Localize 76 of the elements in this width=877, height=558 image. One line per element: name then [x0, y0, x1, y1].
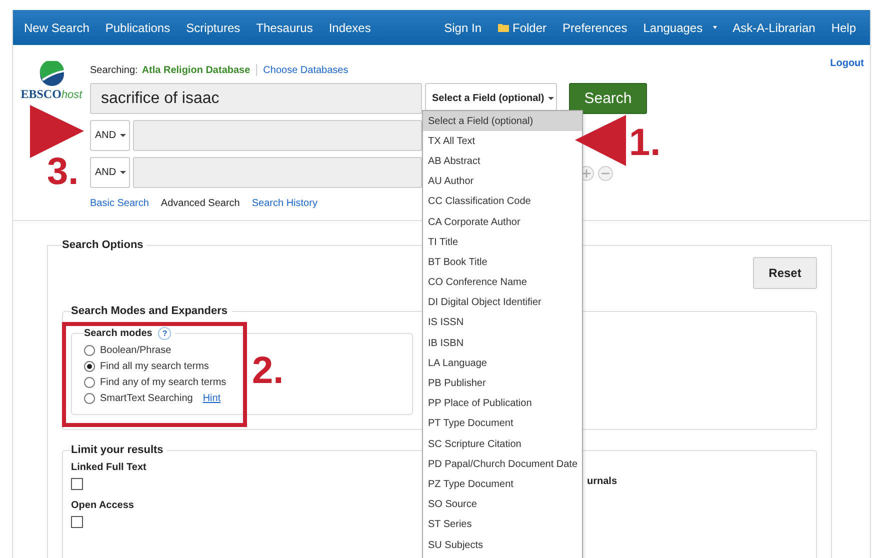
dropdown-option[interactable]: PB Publisher [423, 373, 582, 394]
nav-link[interactable]: New Search [16, 20, 98, 34]
section-title: Search Modes and Expanders [71, 305, 228, 317]
searching-label: Searching: [90, 64, 138, 76]
limit-label: urnals [587, 476, 618, 487]
search-button[interactable]: Search [569, 83, 647, 114]
reset-button[interactable]: Reset [753, 257, 817, 289]
radio-label: Find any of my search terms [100, 376, 226, 388]
search-mode-link[interactable]: Advanced Search [160, 198, 240, 209]
section-title: Limit your results [71, 444, 164, 456]
dropdown-option[interactable]: DI Digital Object Identifier [423, 292, 582, 313]
checkbox[interactable] [71, 478, 83, 490]
search-mode-link[interactable]: Basic Search [90, 198, 149, 209]
logo-text: EBSCOhost [20, 87, 82, 102]
step-number: 1. [629, 124, 661, 162]
database-name: Atla Religion Database [142, 64, 250, 76]
nav-link[interactable]: Preferences [554, 20, 636, 34]
radio-button[interactable] [84, 392, 95, 404]
nav-link[interactable]: Scriptures [178, 20, 248, 34]
search-field[interactable]: sacrifice of isaac [90, 83, 422, 114]
arrow-marker [30, 105, 84, 158]
nav-menu[interactable]: Languages [635, 20, 725, 34]
dropdown-option[interactable]: TI Title [423, 232, 582, 252]
nav-link[interactable]: Ask-A-Librarian [724, 20, 824, 34]
help-icon[interactable]: ? [158, 327, 172, 340]
search-mode-link[interactable]: Search History [252, 198, 318, 209]
caret-icon [712, 26, 717, 29]
operator-select[interactable]: AND [90, 120, 130, 151]
dropdown-option[interactable]: TX All Text [423, 131, 582, 152]
dropdown-option[interactable]: CO Conference Name [423, 272, 582, 293]
nav-link[interactable]: Sign In [436, 20, 490, 34]
dropdown-option[interactable]: PZ Type Document [423, 474, 582, 495]
nav-link[interactable]: Help [823, 20, 864, 34]
limit-label: Open Access [71, 500, 134, 511]
nav-link[interactable]: Indexes [320, 20, 379, 34]
limit-label: Linked Full Text [71, 462, 146, 473]
dropdown-option[interactable]: AU Author [423, 172, 582, 192]
hint-link[interactable]: Hint [202, 392, 221, 404]
dropdown-option[interactable]: SO Source [423, 494, 582, 515]
dropdown-option[interactable]: ST Series [423, 514, 582, 535]
radio-button[interactable] [84, 376, 95, 388]
dropdown-option[interactable]: LA Language [423, 353, 582, 374]
remove-row-icon[interactable] [598, 166, 613, 181]
dropdown-option[interactable]: SU Subjects [423, 534, 582, 556]
dropdown-option[interactable]: CC Classification Code [423, 192, 582, 212]
folder-icon [498, 23, 508, 32]
dropdown-option[interactable]: PT Type Document [423, 414, 582, 434]
section-title: Search Options [62, 239, 144, 251]
dropdown-option[interactable]: IS ISSN [423, 312, 582, 334]
operator-select[interactable]: AND [90, 157, 130, 188]
group-title: Search modes [84, 328, 152, 339]
dropdown-option[interactable]: PD Papal/Church Document Date [423, 454, 582, 474]
search-field[interactable] [133, 157, 422, 188]
search-field[interactable] [133, 120, 422, 151]
nav-link[interactable]: Publications [97, 20, 178, 34]
folder-link[interactable]: Folder [490, 20, 555, 34]
dropdown-option[interactable]: AB Abstract [423, 151, 582, 172]
dropdown-option[interactable]: CA Corporate Author [423, 212, 582, 232]
dropdown-option[interactable]: BT Book Title [423, 252, 582, 272]
dropdown-option[interactable]: IB ISBN [423, 333, 582, 354]
logout-link[interactable]: Logout [830, 58, 864, 69]
step-number: 3. [47, 153, 79, 191]
choose-databases-link[interactable]: Choose Databases [263, 64, 348, 76]
dropdown-option[interactable]: SC Scripture Citation [423, 434, 582, 454]
radio-label: Boolean/Phrase [100, 344, 172, 356]
dropdown-option[interactable]: PP Place of Publication [423, 394, 582, 414]
arrow-marker [575, 115, 626, 166]
radio-label: SmartText Searching [100, 392, 193, 404]
checkbox[interactable] [71, 516, 83, 528]
step-number: 2. [252, 352, 284, 390]
logo-icon [38, 61, 64, 87]
nav-link[interactable]: Thesaurus [248, 20, 321, 34]
radio-button[interactable] [84, 344, 95, 356]
radio-label: Find all my search terms [100, 360, 209, 372]
dropdown-option[interactable]: Select a Field (optional) [423, 111, 582, 132]
radio-button[interactable] [84, 360, 95, 372]
